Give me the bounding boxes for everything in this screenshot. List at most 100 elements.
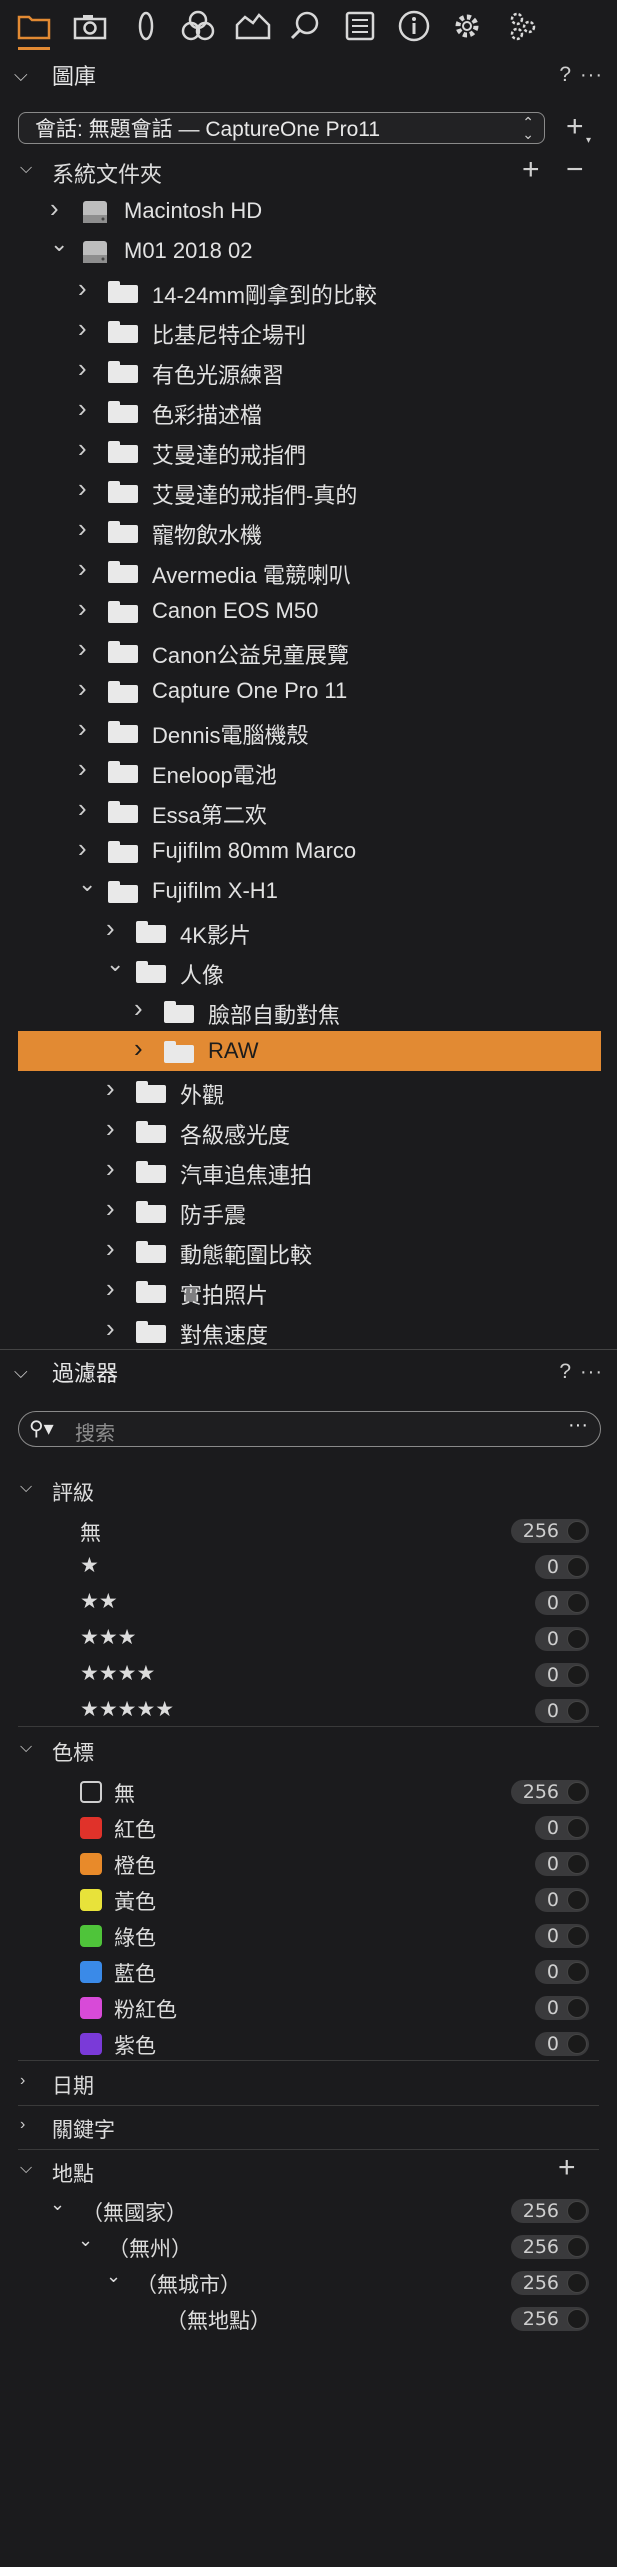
chevron-right-icon[interactable]: › (78, 753, 87, 784)
count-toggle[interactable]: 0 (534, 1996, 589, 2020)
chevron-right-icon[interactable]: › (78, 353, 87, 384)
session-select[interactable]: 會話: 無題會話 — CaptureOne Pro11 ⌃ ⌄ (18, 112, 545, 144)
tree-row[interactable]: › 防手震 (0, 1191, 617, 1231)
chevron-right-icon[interactable]: › (78, 553, 87, 584)
color-tag-filter-row[interactable]: 藍色 0 (0, 1953, 617, 1989)
chevron-right-icon[interactable]: › (20, 2072, 25, 2090)
location-filter-row[interactable]: ⌄ （無城市） 256 (0, 2264, 617, 2300)
chevron-right-icon[interactable]: › (134, 1033, 143, 1064)
rating-filter-row[interactable]: 無 256 (0, 1512, 617, 1548)
chevron-right-icon[interactable]: › (78, 713, 87, 744)
tree-row[interactable]: › 色彩描述檔 (0, 391, 617, 431)
search-icon[interactable]: ⚲▾ (29, 1416, 54, 1441)
chevron-right-icon[interactable]: › (78, 673, 87, 704)
location-filter-row[interactable]: ⌄ （無州） 256 (0, 2228, 617, 2264)
chevron-right-icon[interactable]: › (106, 1153, 115, 1184)
location-filter-row[interactable]: （無地點） 256 (0, 2300, 617, 2336)
tree-row[interactable]: › 4K影片 (0, 911, 617, 951)
chevron-right-icon[interactable]: › (106, 1193, 115, 1224)
rating-section-header[interactable]: ⌵ 評級 (0, 1470, 617, 1510)
count-toggle[interactable]: 0 (534, 1960, 589, 1984)
tree-row[interactable]: ⌄ 人像 (0, 951, 617, 991)
chevron-right-icon[interactable]: › (106, 1233, 115, 1264)
chevron-right-icon[interactable]: › (106, 913, 115, 944)
keywords-section-header[interactable]: › 關鍵字 (0, 2107, 617, 2147)
info-icon[interactable] (394, 6, 434, 46)
tree-row[interactable]: › 艾曼達的戒指們-真的 (0, 471, 617, 511)
tree-row[interactable]: › 臉部自動對焦 (0, 991, 617, 1031)
color-tag-filter-row[interactable]: 無 256 (0, 1773, 617, 1809)
camera-icon[interactable] (70, 6, 110, 46)
count-toggle[interactable]: 0 (534, 1555, 589, 1579)
tree-row[interactable]: › 有色光源練習 (0, 351, 617, 391)
chevron-down-icon[interactable]: ⌄ (78, 2230, 93, 2251)
count-toggle[interactable]: 256 (510, 2235, 589, 2259)
count-toggle[interactable]: 0 (534, 1924, 589, 1948)
color-icon[interactable] (178, 6, 218, 46)
color-tag-filter-row[interactable]: 橙色 0 (0, 1845, 617, 1881)
tree-row[interactable]: › 寵物飲水機 (0, 511, 617, 551)
color-tag-filter-row[interactable]: 粉紅色 0 (0, 1989, 617, 2025)
tree-row[interactable]: ⌄ M01 2018 02 (0, 231, 617, 271)
tree-row[interactable]: › Capture One Pro 11 (0, 671, 617, 711)
chevron-right-icon[interactable]: › (106, 1113, 115, 1144)
tree-row[interactable]: › 各級感光度 (0, 1111, 617, 1151)
chevron-right-icon[interactable]: › (50, 193, 59, 224)
rating-filter-row[interactable]: ★★ 0 (0, 1584, 617, 1620)
color-tag-filter-row[interactable]: 紅色 0 (0, 1809, 617, 1845)
system-folders-header[interactable]: ⌵ 系統文件夾 + − (0, 152, 617, 188)
chevron-down-icon[interactable]: ⌵ (20, 2160, 32, 2178)
chevron-right-icon[interactable]: › (78, 633, 87, 664)
help-button[interactable]: ? (559, 63, 571, 87)
rating-filter-row[interactable]: ★★★ 0 (0, 1620, 617, 1656)
plugins-icon[interactable] (502, 6, 542, 46)
count-toggle[interactable]: 256 (510, 2271, 589, 2295)
chevron-down-icon[interactable]: ⌄ (106, 951, 124, 977)
date-section-header[interactable]: › 日期 (0, 2063, 617, 2103)
search-options-button[interactable]: ··· (568, 1414, 588, 1437)
rating-filter-row[interactable]: ★★★★ 0 (0, 1656, 617, 1692)
tree-row[interactable]: › 汽車追焦連拍 (0, 1151, 617, 1191)
chevron-right-icon[interactable]: › (20, 2116, 25, 2134)
color-tag-filter-row[interactable]: 綠色 0 (0, 1917, 617, 1953)
gear-icon[interactable] (447, 6, 487, 46)
tree-row[interactable]: › 14-24mm剛拿到的比較 (0, 271, 617, 311)
tree-row[interactable]: › Dennis電腦機殼 (0, 711, 617, 751)
count-toggle[interactable]: 0 (534, 1627, 589, 1651)
count-toggle[interactable]: 0 (534, 1888, 589, 1912)
tree-row[interactable]: › Macintosh HD (0, 191, 617, 231)
chevron-right-icon[interactable]: › (78, 833, 87, 864)
tree-row[interactable]: › 艾曼達的戒指們 (0, 431, 617, 471)
tree-row[interactable]: › 動態範圍比較 (0, 1231, 617, 1271)
chevron-right-icon[interactable]: › (106, 1273, 115, 1304)
tree-row[interactable]: › RAW (18, 1031, 601, 1071)
tree-row[interactable]: › Essa第二欢 (0, 791, 617, 831)
more-options-button[interactable]: ··· (580, 1361, 603, 1384)
count-toggle[interactable]: 256 (510, 2199, 589, 2223)
help-button[interactable]: ? (559, 1360, 571, 1384)
chevron-down-icon[interactable]: ⌵ (20, 1739, 32, 1757)
add-folder-button[interactable]: + (522, 155, 540, 185)
library-panel-header[interactable]: ⌵ 圖庫 ? ··· (0, 55, 617, 95)
metadata-icon[interactable] (340, 6, 380, 46)
lens-icon[interactable] (126, 6, 166, 46)
tree-row[interactable]: › 外觀 (0, 1071, 617, 1111)
chevron-right-icon[interactable]: › (106, 1313, 115, 1344)
count-toggle[interactable]: 0 (534, 2032, 589, 2056)
count-toggle[interactable]: 256 (510, 1780, 589, 1804)
count-toggle[interactable]: 256 (510, 2307, 589, 2331)
more-options-button[interactable]: ··· (580, 64, 603, 87)
location-section-header[interactable]: ⌵ 地點 + (0, 2151, 617, 2191)
chevron-down-icon[interactable]: ⌄ (106, 2266, 121, 2287)
chevron-down-icon[interactable]: ⌄ (50, 231, 68, 257)
color-tag-filter-row[interactable]: 紫色 0 (0, 2025, 617, 2061)
count-toggle[interactable]: 256 (510, 1519, 589, 1543)
remove-folder-button[interactable]: − (566, 155, 584, 185)
color-tag-filter-row[interactable]: 黃色 0 (0, 1881, 617, 1917)
chevron-right-icon[interactable]: › (78, 393, 87, 424)
tree-row[interactable]: › Canon公益兒童展覽 (0, 631, 617, 671)
chevron-right-icon[interactable]: › (78, 273, 87, 304)
tree-row[interactable]: › 實拍照片 (0, 1271, 617, 1311)
add-session-button[interactable]: + ▾ (566, 112, 591, 147)
chevron-right-icon[interactable]: › (78, 793, 87, 824)
